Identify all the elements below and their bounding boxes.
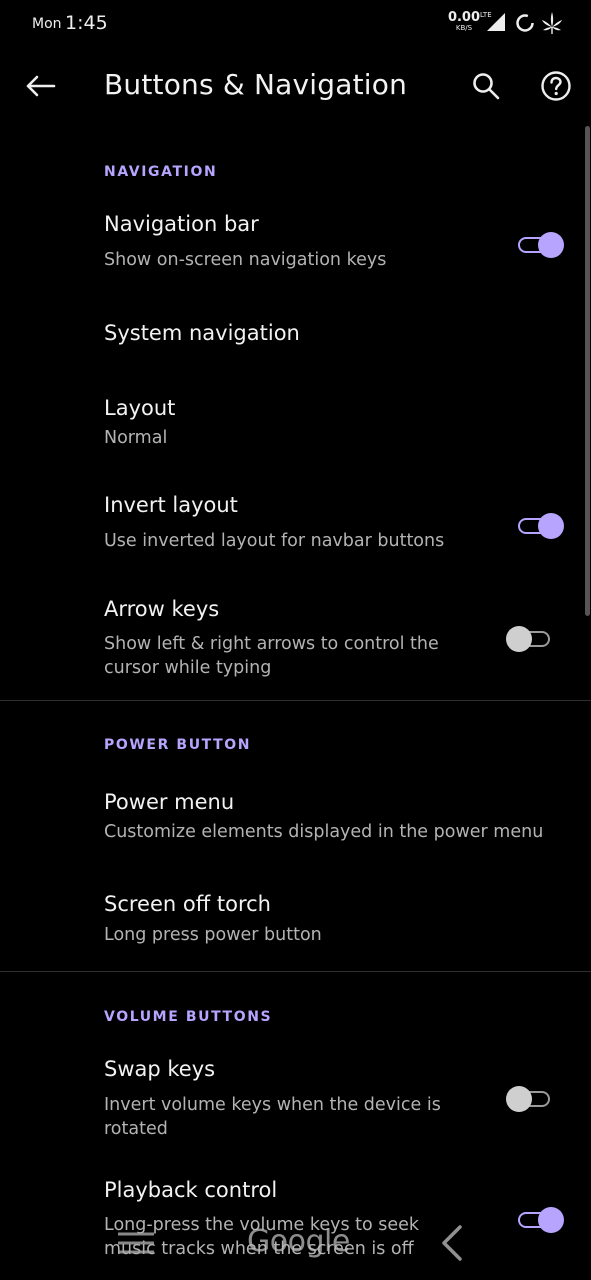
setting-summary: Show on-screen navigation keys bbox=[104, 250, 387, 270]
network-speed: 0.00 KB/S bbox=[447, 11, 481, 32]
setting-summary: Normal bbox=[104, 428, 168, 448]
scrollbar[interactable] bbox=[585, 126, 590, 616]
setting-summary: Use inverted layout for navbar buttons bbox=[104, 531, 445, 551]
battery-saver-icon bbox=[516, 14, 534, 32]
setting-title: Power menu bbox=[104, 790, 235, 814]
toggle-thumb bbox=[506, 1086, 532, 1112]
status-time: 1:45 bbox=[65, 12, 108, 34]
setting-title: Playback control bbox=[104, 1178, 278, 1202]
search-button[interactable] bbox=[466, 66, 506, 106]
swap-keys-toggle[interactable] bbox=[506, 1084, 554, 1114]
back-button[interactable] bbox=[20, 66, 60, 106]
leaf-icon bbox=[542, 12, 562, 34]
home-nav-button[interactable]: Google bbox=[247, 1224, 350, 1259]
section-header-navigation: NAVIGATION bbox=[104, 164, 218, 180]
network-speed-unit: KB/S bbox=[455, 24, 473, 32]
setting-title: Swap keys bbox=[104, 1057, 216, 1081]
section-divider bbox=[0, 700, 591, 701]
arrow-keys-toggle[interactable] bbox=[506, 624, 554, 654]
toggle-thumb bbox=[538, 513, 564, 539]
setting-summary: Long press power button bbox=[104, 925, 322, 945]
page-title: Buttons & Navigation bbox=[104, 68, 408, 101]
back-nav-button[interactable] bbox=[438, 1224, 466, 1262]
network-speed-value: 0.00 bbox=[447, 10, 481, 25]
section-header-volume-buttons: VOLUME BUTTONS bbox=[104, 1009, 273, 1025]
toggle-thumb bbox=[506, 626, 532, 652]
playback-control-toggle[interactable] bbox=[516, 1205, 564, 1235]
setting-title: Screen off torch bbox=[104, 892, 271, 916]
toggle-thumb bbox=[538, 1207, 564, 1233]
search-icon bbox=[473, 73, 500, 100]
setting-summary: Show left & right arrows to control the … bbox=[104, 634, 439, 678]
status-day: Mon bbox=[32, 16, 62, 32]
setting-title: Navigation bar bbox=[104, 212, 259, 236]
menu-icon bbox=[118, 1232, 154, 1254]
section-header-power-button: POWER BUTTON bbox=[104, 737, 252, 753]
signal-icon bbox=[487, 13, 505, 31]
section-divider bbox=[0, 971, 591, 972]
help-icon bbox=[541, 71, 571, 101]
setting-summary: Invert volume keys when the device is ro… bbox=[104, 1095, 441, 1139]
menu-nav-button[interactable] bbox=[116, 1228, 156, 1258]
setting-title: Invert layout bbox=[104, 493, 238, 517]
help-button[interactable] bbox=[536, 66, 576, 106]
toggle-thumb bbox=[538, 232, 564, 258]
setting-title: Layout bbox=[104, 396, 176, 420]
invert-layout-toggle[interactable] bbox=[516, 511, 564, 541]
setting-summary: Customize elements displayed in the powe… bbox=[104, 822, 544, 842]
setting-title: Arrow keys bbox=[104, 597, 220, 621]
navigation-bar-toggle[interactable] bbox=[516, 230, 564, 260]
setting-title: System navigation bbox=[104, 321, 300, 345]
arrow-left-icon bbox=[26, 75, 56, 97]
chevron-left-icon bbox=[442, 1225, 462, 1261]
